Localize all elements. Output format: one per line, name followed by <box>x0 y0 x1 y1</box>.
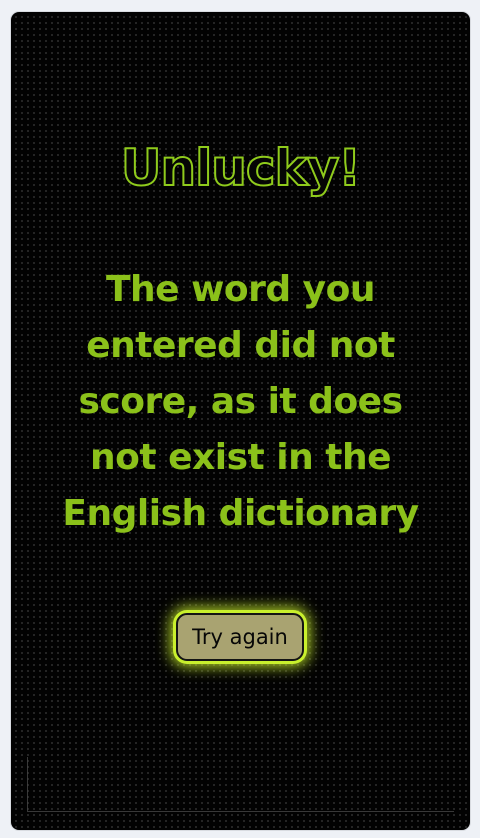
result-message: The word you entered did not score, as i… <box>62 269 419 534</box>
page: Unlucky! The word you entered did not sc… <box>0 0 480 838</box>
result-card: Unlucky! The word you entered did not sc… <box>11 12 470 830</box>
result-title: Unlucky! <box>120 138 362 198</box>
try-again-button[interactable]: Try again <box>176 613 304 661</box>
bottom-frame-divider <box>27 757 454 812</box>
